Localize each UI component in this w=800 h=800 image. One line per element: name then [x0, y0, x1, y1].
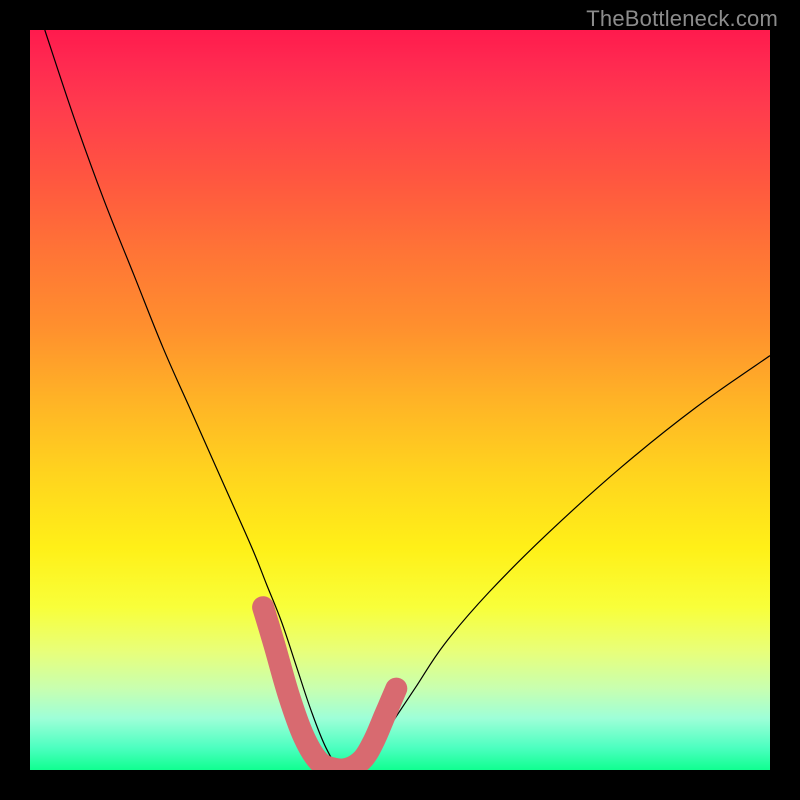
watermark-text: TheBottleneck.com: [586, 6, 778, 32]
plot-area: [30, 30, 770, 770]
chart-container: TheBottleneck.com: [0, 0, 800, 800]
highlight-band: [263, 607, 396, 769]
bottleneck-curve: [45, 30, 770, 770]
plot-svg: [30, 30, 770, 770]
